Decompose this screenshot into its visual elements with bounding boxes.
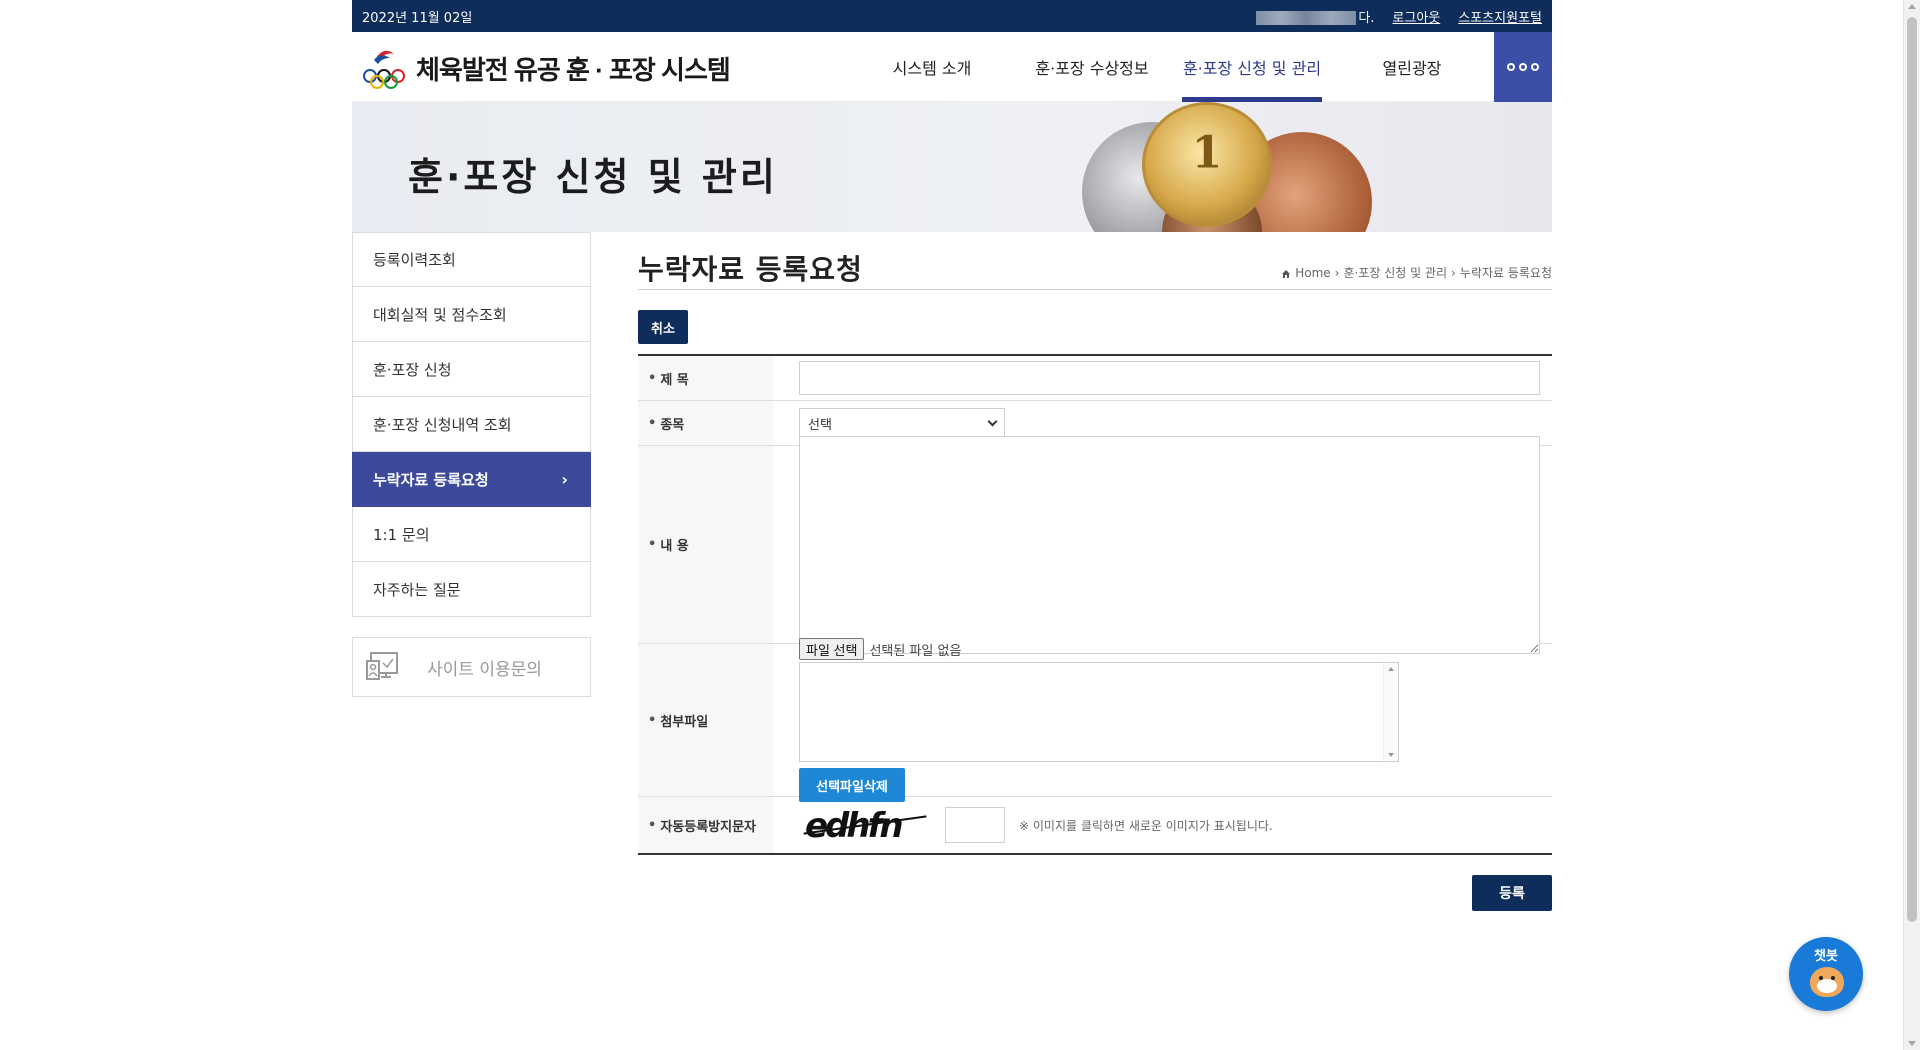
file-picker-line: 파일 선택 선택된 파일 없음 xyxy=(799,638,1399,660)
nav-open-square[interactable]: 열린광장 xyxy=(1332,32,1492,102)
user-greeting-suffix: 다. xyxy=(1358,10,1375,26)
sidebar-item-application-history[interactable]: 훈·포장 신청내역 조회 xyxy=(352,397,591,452)
breadcrumb-separator-icon: › xyxy=(1451,265,1456,280)
scroll-down-icon[interactable] xyxy=(1388,753,1394,757)
request-form: • 제 목 • 종목 선택 • 내 용 • 첨부파일 파일 선택 선택된 파일 … xyxy=(638,354,1552,855)
page-wrapper: 2022년 11월 02일 다. 로그아웃 스포츠지원포털 체육발전 유공 훈 … xyxy=(352,0,1552,911)
more-dot-icon xyxy=(1531,63,1539,71)
sport-select[interactable]: 선택 xyxy=(799,408,1005,438)
file-upload-group: 파일 선택 선택된 파일 없음 선택파일삭제 xyxy=(799,638,1399,802)
title-field-cell xyxy=(774,356,1552,400)
attachment-label-text: 첨부파일 xyxy=(660,714,709,730)
sidebar-nav: 등록이력조회 대회실적 및 점수조회 훈·포장 신청 훈·포장 신청내역 조회 … xyxy=(352,232,591,697)
captcha-input[interactable] xyxy=(945,807,1005,843)
top-utility-bar: 2022년 11월 02일 다. 로그아웃 스포츠지원포털 xyxy=(352,0,1552,32)
home-icon[interactable] xyxy=(1281,268,1291,278)
attachment-field-cell: 파일 선택 선택된 파일 없음 선택파일삭제 xyxy=(774,638,1552,802)
gold-medal-image: 1 xyxy=(1142,102,1272,227)
site-inquiry-button[interactable]: 사이트 이용문의 xyxy=(352,637,591,697)
main-navigation: 시스템 소개 훈·포장 수상정보 훈·포장 신청 및 관리 열린광장 xyxy=(852,32,1492,102)
page-title: 누락자료 등록요청 xyxy=(638,253,863,286)
mascot-eye xyxy=(1831,976,1835,980)
sport-select-value: 선택 xyxy=(808,417,832,433)
breadcrumb-section[interactable]: 훈·포장 신청 및 관리 xyxy=(1343,264,1447,281)
blurred-username xyxy=(1256,11,1357,25)
sidebar-item-competition-records[interactable]: 대회실적 및 점수조회 xyxy=(352,287,591,342)
file-list-scrollbar[interactable] xyxy=(1383,663,1398,761)
breadcrumb-current: 누락자료 등록요청 xyxy=(1459,266,1552,280)
bullet-icon: • xyxy=(648,712,657,728)
content-label-text: 내 용 xyxy=(660,539,689,554)
captcha-note: ※ 이미지를 클릭하면 새로운 이미지가 표시됩니다. xyxy=(1019,818,1273,833)
captcha-field-cell: edhfn ※ 이미지를 클릭하면 새로운 이미지가 표시됩니다. xyxy=(774,797,1552,853)
form-row-title: • 제 목 xyxy=(638,356,1552,401)
captcha-label: • 자동등록방지문자 xyxy=(638,797,774,853)
page-scrollbar[interactable] xyxy=(1903,0,1920,1050)
nav-award-info[interactable]: 훈·포장 수상정보 xyxy=(1012,32,1172,102)
form-row-captcha: •자동등록방지문자 edhfn ※ 이미지를 클릭하면 새로운 이미지가 표시됩… xyxy=(638,797,1552,853)
bullet-icon: • xyxy=(648,537,657,552)
captcha-label-text: 자동등록방지문자 xyxy=(660,819,756,835)
mascot-eye xyxy=(1819,976,1823,980)
olympic-rings-logo-icon xyxy=(360,44,408,92)
attachment-label: • 첨부파일 xyxy=(638,644,774,796)
chatbot-label: 챗봇 xyxy=(1814,949,1838,964)
captcha-image[interactable]: edhfn xyxy=(799,802,929,848)
title-label: • 제 목 xyxy=(638,356,774,400)
section-banner: 훈·포장 신청 및 관리 1 xyxy=(352,102,1552,232)
content-field-cell xyxy=(774,435,1552,654)
content-header: 누락자료 등록요청 Home › 훈·포장 신청 및 관리 › 누락자료 등록요… xyxy=(638,232,1552,290)
content-textarea[interactable] xyxy=(799,435,1540,654)
chevron-down-icon xyxy=(987,416,998,426)
chatbot-button[interactable]: 챗봇 xyxy=(1789,937,1863,1011)
monitor-person-icon xyxy=(365,649,401,685)
nav-system-intro[interactable]: 시스템 소개 xyxy=(852,32,1012,102)
bullet-icon: • xyxy=(648,817,657,833)
scroll-up-icon[interactable] xyxy=(1388,667,1394,671)
top-utility-links: 다. 로그아웃 스포츠지원포털 xyxy=(1256,7,1542,26)
breadcrumb: Home › 훈·포장 신청 및 관리 › 누락자료 등록요청 xyxy=(1281,264,1552,281)
current-date: 2022년 11월 02일 xyxy=(362,10,473,26)
form-row-content: • 내 용 xyxy=(638,435,1552,654)
content-label: • 내 용 xyxy=(638,446,774,643)
file-status-text: 선택된 파일 없음 xyxy=(869,643,962,659)
scroll-down-icon[interactable] xyxy=(1908,1041,1916,1046)
site-logo[interactable]: 체육발전 유공 훈 · 포장 시스템 xyxy=(360,44,731,92)
scroll-up-icon[interactable] xyxy=(1908,4,1916,9)
logo-text: 체육발전 유공 훈 · 포장 시스템 xyxy=(416,54,731,85)
nav-application-management[interactable]: 훈·포장 신청 및 관리 xyxy=(1172,32,1332,102)
sidebar-item-award-application[interactable]: 훈·포장 신청 xyxy=(352,342,591,397)
form-row-attachment: • 첨부파일 파일 선택 선택된 파일 없음 선택파일삭제 xyxy=(638,638,1552,802)
main-content: 누락자료 등록요청 Home › 훈·포장 신청 및 관리 › 누락자료 등록요… xyxy=(638,232,1552,911)
sport-label-text: 종목 xyxy=(660,417,685,433)
breadcrumb-separator-icon: › xyxy=(1334,265,1340,280)
more-dot-icon xyxy=(1507,63,1515,71)
scroll-thumb[interactable] xyxy=(1907,17,1917,922)
breadcrumb-home[interactable]: Home xyxy=(1295,266,1330,280)
site-header: 체육발전 유공 훈 · 포장 시스템 시스템 소개 훈·포장 수상정보 훈·포장… xyxy=(352,32,1552,102)
site-inquiry-label: 사이트 이용문의 xyxy=(427,659,542,680)
choose-file-button[interactable]: 파일 선택 xyxy=(799,638,865,660)
sidebar-item-faq[interactable]: 자주하는 질문 xyxy=(352,562,591,617)
title-input[interactable] xyxy=(799,361,1540,395)
attached-file-list[interactable] xyxy=(799,662,1399,762)
user-greeting: 다. xyxy=(1256,7,1374,26)
sidebar-item-one-to-one-inquiry[interactable]: 1:1 문의 xyxy=(352,507,591,562)
cancel-button[interactable]: 취소 xyxy=(638,310,688,344)
submit-button[interactable]: 등록 xyxy=(1472,875,1552,911)
banner-title: 훈·포장 신청 및 관리 xyxy=(408,155,778,199)
title-label-text: 제 목 xyxy=(660,372,689,388)
bullet-icon: • xyxy=(648,415,657,431)
gold-medal-number: 1 xyxy=(1191,127,1223,179)
more-dot-icon xyxy=(1519,63,1527,71)
logout-link[interactable]: 로그아웃 xyxy=(1392,7,1440,26)
bullet-icon: • xyxy=(648,370,657,386)
sports-portal-link[interactable]: 스포츠지원포털 xyxy=(1458,7,1542,26)
sidebar-item-registration-history[interactable]: 등록이력조회 xyxy=(352,232,591,287)
sidebar-item-missing-data-request[interactable]: 누락자료 등록요청 xyxy=(352,452,591,507)
sport-label: • 종목 xyxy=(638,401,774,445)
more-menu-button[interactable] xyxy=(1494,32,1552,102)
chatbot-mascot-icon xyxy=(1810,967,1844,997)
